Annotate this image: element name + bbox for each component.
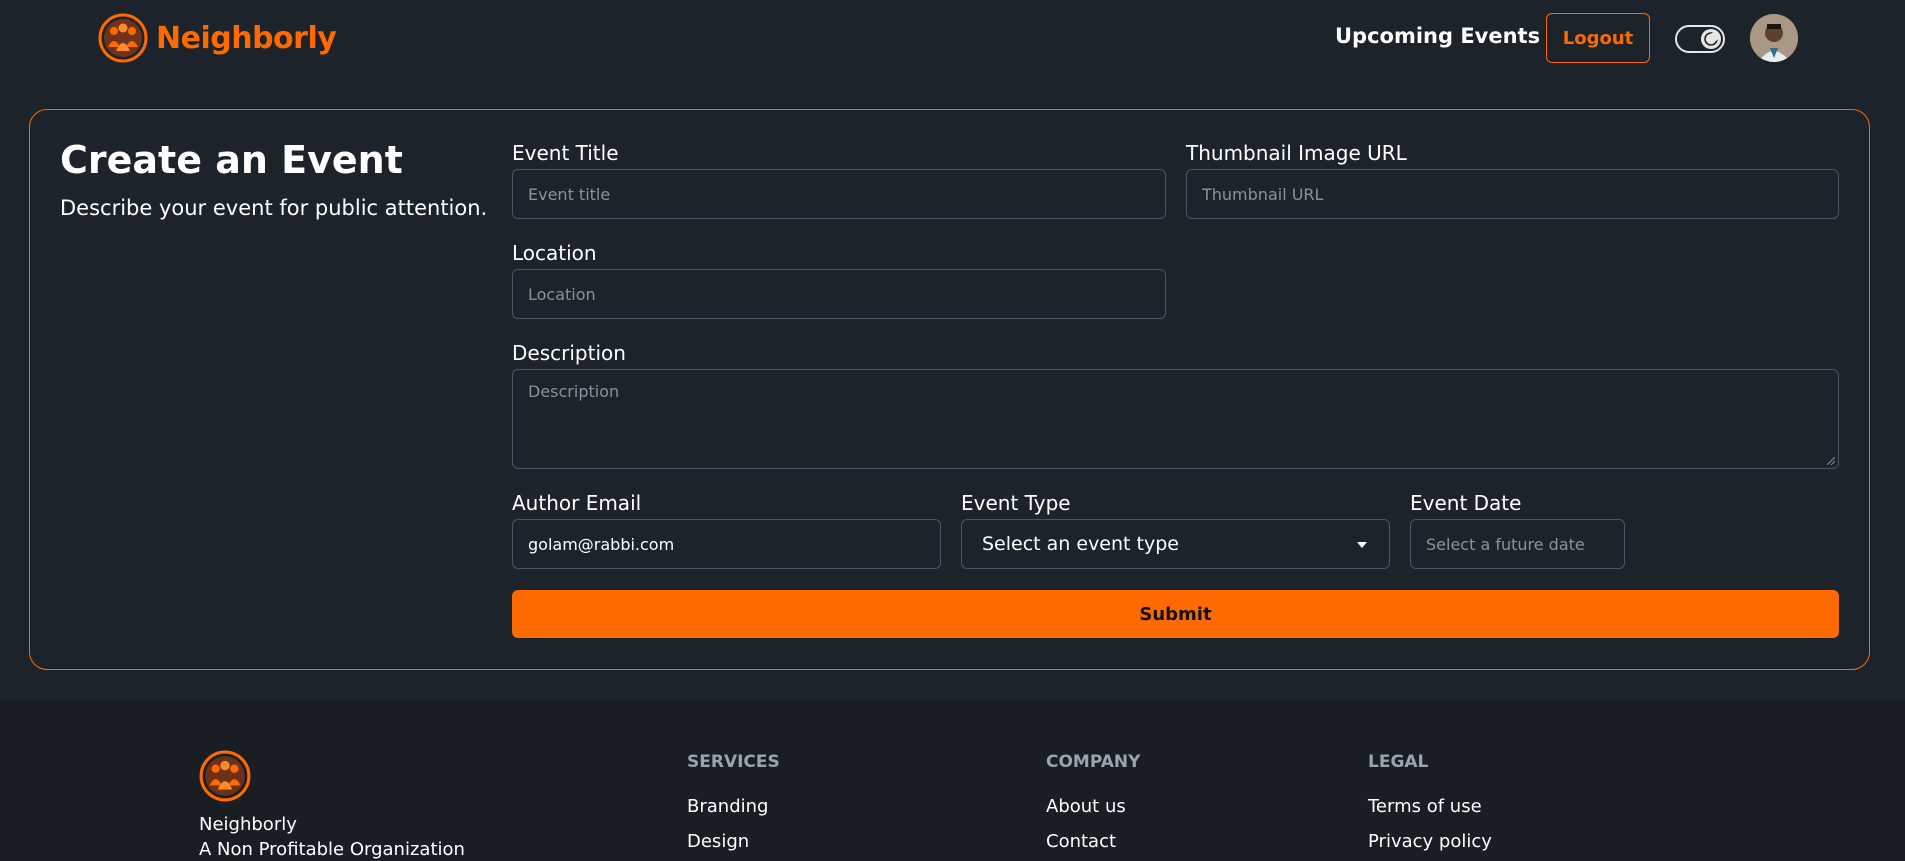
- event-type-selected: Select an event type: [982, 533, 1179, 555]
- footer-link-terms[interactable]: Terms of use: [1368, 796, 1482, 817]
- thumbnail-url-input[interactable]: Thumbnail URL: [1186, 169, 1839, 219]
- community-logo-icon: [98, 13, 148, 63]
- footer-link-about[interactable]: About us: [1046, 796, 1126, 817]
- location-label: Location: [512, 241, 597, 265]
- footer-link-design[interactable]: Design: [687, 831, 749, 852]
- location-input[interactable]: Location: [512, 269, 1166, 319]
- footer-link-contact[interactable]: Contact: [1046, 831, 1116, 852]
- submit-button[interactable]: Submit: [512, 590, 1839, 638]
- footer-heading-company: COMPANY: [1046, 752, 1141, 772]
- footer-brand: Neighborly A Non Profitable Organization: [199, 812, 465, 861]
- event-date-label: Event Date: [1410, 491, 1522, 515]
- moon-icon: [1704, 32, 1719, 46]
- event-title-label: Event Title: [512, 141, 619, 165]
- page-title: Create an Event: [60, 138, 403, 182]
- footer-link-branding[interactable]: Branding: [687, 796, 768, 817]
- logout-button[interactable]: Logout: [1546, 13, 1650, 63]
- author-email-input[interactable]: golam@rabbi.com: [512, 519, 941, 569]
- thumbnail-label: Thumbnail Image URL: [1186, 141, 1407, 165]
- brand-name: Neighborly: [156, 20, 337, 56]
- caret-down-icon: [1357, 542, 1367, 548]
- page-subtitle: Describe your event for public attention…: [60, 196, 488, 220]
- description-placeholder: Description: [528, 382, 620, 401]
- resize-handle-icon[interactable]: [1827, 457, 1835, 465]
- footer-heading-legal: LEGAL: [1368, 752, 1429, 772]
- event-date-input[interactable]: Select a future date: [1410, 519, 1625, 569]
- footer-tagline: A Non Profitable Organization: [199, 839, 465, 860]
- community-logo-icon: [199, 750, 251, 802]
- event-type-select[interactable]: Select an event type: [961, 519, 1390, 569]
- footer-link-privacy[interactable]: Privacy policy: [1368, 831, 1492, 852]
- footer-heading-services: SERVICES: [687, 752, 780, 772]
- brand-link[interactable]: Neighborly: [98, 13, 337, 63]
- description-textarea[interactable]: Description: [512, 369, 1839, 469]
- footer-brand-name: Neighborly: [199, 814, 297, 835]
- author-email-label: Author Email: [512, 491, 642, 515]
- user-avatar[interactable]: [1750, 14, 1798, 62]
- nav-upcoming-events[interactable]: Upcoming Events: [1335, 24, 1540, 48]
- description-label: Description: [512, 341, 626, 365]
- navbar: Neighborly Upcoming Events Logout: [0, 0, 1905, 76]
- person-icon: [1750, 14, 1798, 62]
- theme-toggle[interactable]: [1675, 25, 1725, 53]
- event-title-input[interactable]: Event title: [512, 169, 1166, 219]
- event-type-label: Event Type: [961, 491, 1071, 515]
